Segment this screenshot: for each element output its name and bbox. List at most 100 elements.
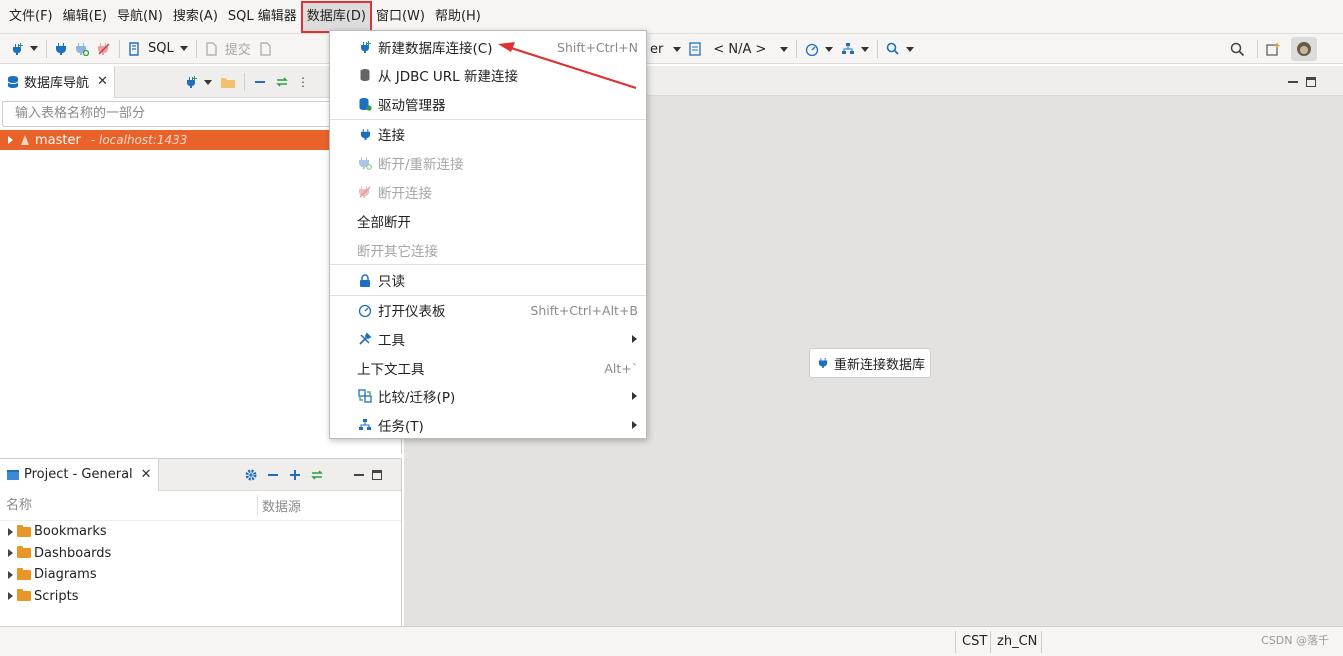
menu-item-disconnect[interactable]: 断开连接: [330, 179, 646, 205]
menu-item-open-dashboard[interactable]: 打开仪表板 Shift+Ctrl+Alt+B: [330, 297, 646, 323]
menu-edit[interactable]: 编辑(E): [58, 2, 112, 32]
menu-window[interactable]: 窗口(W): [371, 2, 430, 32]
maximize-button[interactable]: [1302, 70, 1320, 94]
expand-arrow-icon[interactable]: [8, 592, 13, 601]
schema-selector[interactable]: < N/A >: [685, 37, 792, 61]
close-icon[interactable]: ✕: [97, 74, 108, 89]
new-connection-button[interactable]: [180, 70, 216, 94]
navigator-tools: ⋮: [180, 66, 313, 98]
link-editor-button[interactable]: [306, 463, 328, 487]
tab-database-navigator[interactable]: 数据库导航 ✕: [0, 65, 115, 98]
expand-all-button[interactable]: [284, 463, 306, 487]
database-icon: [7, 75, 19, 88]
plug-icon: [357, 126, 373, 142]
menu-database[interactable]: 数据库(D): [300, 0, 372, 33]
active-datasource-selector[interactable]: er: [646, 37, 685, 61]
disconnect-tool[interactable]: [93, 37, 115, 61]
schema-value: < N/A >: [713, 41, 767, 57]
commit-tool[interactable]: 提交: [201, 37, 255, 61]
chevron-down-icon: [780, 46, 789, 52]
project-settings-button[interactable]: [240, 463, 262, 487]
menu-item-tasks[interactable]: 任务(T): [330, 412, 646, 438]
search-tool[interactable]: [882, 37, 918, 61]
toolbar-divider: [796, 40, 798, 58]
collapse-all-button[interactable]: [249, 70, 271, 94]
reconnect-label: 重新连接数据库: [834, 357, 926, 373]
dashboard-tool[interactable]: [801, 37, 837, 61]
status-locale: zh_CN: [997, 634, 1038, 649]
reconnect-tool[interactable]: [71, 37, 93, 61]
menu-item-label: 断开/重新连接: [378, 157, 464, 173]
menu-sql-editor[interactable]: SQL 编辑器: [223, 2, 302, 32]
lock-icon: [357, 272, 373, 288]
column-header-name[interactable]: 名称: [0, 494, 258, 517]
new-connection-tool[interactable]: [6, 37, 42, 61]
menu-separator: [330, 264, 646, 265]
collapse-all-button[interactable]: [262, 463, 284, 487]
menu-item-label: 新建数据库连接(C): [378, 41, 493, 57]
watermark: CSDN @落千: [1261, 634, 1329, 647]
menu-separator: [330, 119, 646, 120]
project-columns: 名称 数据源: [0, 491, 401, 521]
menu-help[interactable]: 帮助(H): [430, 2, 486, 32]
tasks-tool[interactable]: [837, 37, 873, 61]
close-icon[interactable]: ✕: [141, 467, 152, 482]
maximize-button[interactable]: [368, 463, 386, 487]
menu-item-read-only[interactable]: 只读: [330, 267, 646, 293]
database-stack-icon: [357, 67, 373, 83]
plug-icon: [56, 42, 66, 55]
menu-item-compare-migrate[interactable]: 比较/迁移(P): [330, 383, 646, 409]
view-menu-button[interactable]: ⋮: [293, 70, 313, 94]
minimize-icon: [354, 474, 364, 476]
menu-item-disconnect-all[interactable]: 全部断开: [330, 208, 646, 234]
open-perspective-button[interactable]: [1262, 37, 1285, 61]
project-item-diagrams[interactable]: Diagrams: [0, 564, 401, 586]
plug-refresh-icon: [76, 42, 89, 56]
expand-arrow-icon[interactable]: [8, 549, 13, 558]
tab-project-general[interactable]: Project - General ✕: [0, 458, 159, 491]
minimize-button[interactable]: [350, 463, 368, 487]
tab-label: 数据库导航: [24, 76, 90, 91]
connect-tool[interactable]: [51, 37, 71, 61]
global-search-button[interactable]: [1226, 37, 1249, 61]
expand-arrow-icon[interactable]: [8, 136, 13, 144]
project-panel: Project - General ✕ 名称 数据源 Bookmarks Das…: [0, 458, 402, 626]
rollback-tool[interactable]: [255, 37, 275, 61]
project-item-dashboards[interactable]: Dashboards: [0, 543, 401, 565]
project-item-label: Scripts: [34, 588, 79, 604]
expand-arrow-icon[interactable]: [8, 570, 13, 579]
dbeaver-perspective-button[interactable]: [1291, 37, 1317, 61]
menu-search[interactable]: 搜索(A): [168, 2, 223, 32]
project-item-label: Bookmarks: [34, 524, 107, 540]
plug-plus-icon: [187, 76, 197, 88]
tasks-icon: [842, 43, 855, 54]
sql-tool-label: SQL: [148, 41, 174, 56]
menu-item-context-tools[interactable]: 上下文工具 Alt+`: [330, 355, 646, 381]
sync-arrows-icon: [311, 470, 323, 480]
expand-icon: [290, 470, 300, 480]
maximize-icon: [372, 470, 382, 480]
gauge-icon: [806, 43, 819, 56]
minimize-button[interactable]: [1284, 70, 1302, 94]
menu-navigate[interactable]: 导航(N): [112, 2, 168, 32]
reconnect-database-button[interactable]: 重新连接数据库: [809, 348, 932, 378]
expand-arrow-icon[interactable]: [8, 527, 13, 536]
filter-placeholder: 输入表格名称的一部分: [15, 106, 146, 121]
plug-disconnect-icon: [98, 42, 110, 55]
menu-item-label: 全部断开: [357, 215, 411, 231]
new-folder-button[interactable]: [216, 70, 240, 94]
column-header-datasource[interactable]: 数据源: [258, 496, 301, 515]
sql-editor-tool[interactable]: SQL: [124, 37, 192, 61]
project-item-scripts[interactable]: Scripts: [0, 586, 401, 608]
menu-item-connect[interactable]: 连接: [330, 121, 646, 147]
menu-item-disconnect-others[interactable]: 断开其它连接: [330, 237, 646, 263]
sql-script-icon: [129, 41, 139, 56]
menu-item-tools[interactable]: 工具: [330, 326, 646, 352]
link-editor-button[interactable]: [271, 70, 293, 94]
menu-item-reconnect[interactable]: 断开/重新连接: [330, 150, 646, 176]
status-bar: CST zh_CN: [0, 626, 1343, 656]
project-item-bookmarks[interactable]: Bookmarks: [0, 521, 401, 543]
menu-item-shortcut: Shift+Ctrl+Alt+B: [530, 302, 638, 318]
maximize-icon: [1306, 77, 1316, 87]
menu-file[interactable]: 文件(F): [4, 2, 58, 32]
